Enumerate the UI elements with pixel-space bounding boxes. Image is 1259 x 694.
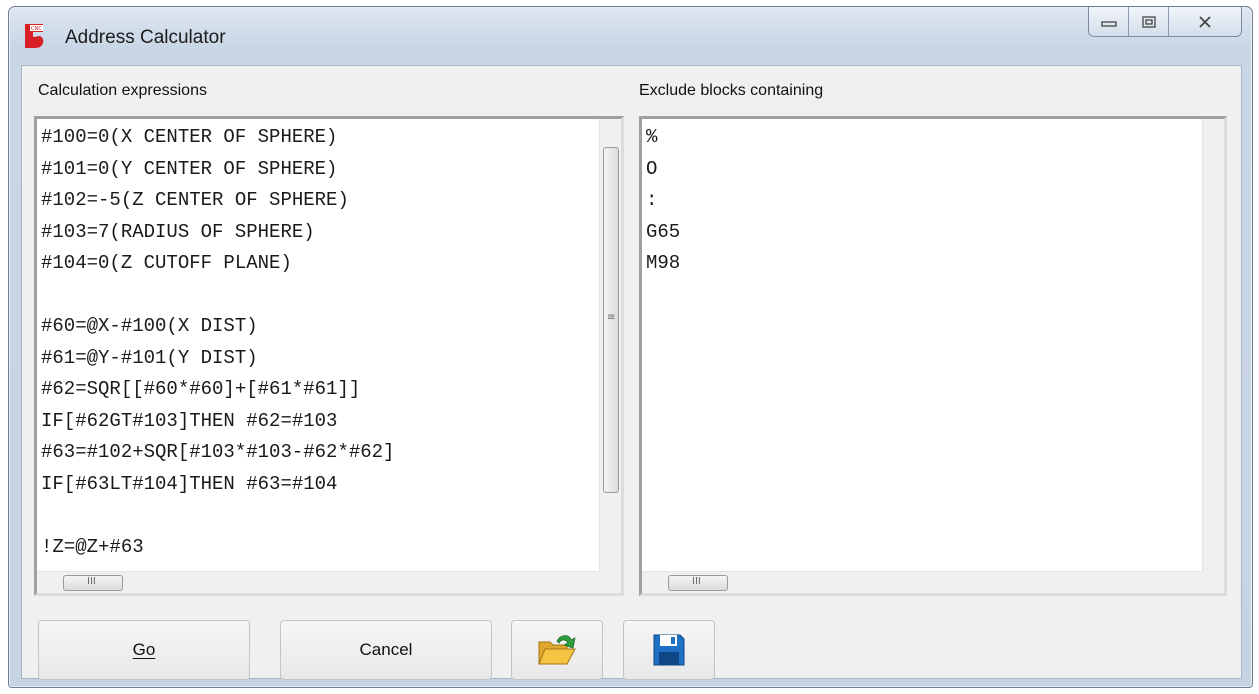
text-line: #63=#102+SQR[#103*#103-#62*#62]: [41, 441, 395, 463]
go-button-label: Go: [132, 640, 156, 659]
maximize-button[interactable]: [1129, 7, 1169, 36]
exclude-blocks-label: Exclude blocks containing: [639, 82, 824, 99]
close-icon: [1199, 16, 1211, 28]
text-line: [41, 500, 394, 532]
text-line: #62=SQR[[#60*#60]+[#61*#61]]: [41, 378, 361, 400]
text-line: :: [646, 189, 658, 211]
text-line: #60=@X-#100(X DIST): [41, 315, 258, 337]
horizontal-scrollbar[interactable]: III: [37, 571, 599, 593]
vertical-scroll-thumb[interactable]: ≡: [603, 147, 619, 493]
scroll-corner: [599, 571, 621, 593]
text-line: G65: [646, 220, 681, 243]
address-calculator-window: CNC Address Calculator Calculation expre…: [8, 6, 1253, 688]
minimize-button[interactable]: [1089, 7, 1129, 36]
text-line: #100=0(X CENTER OF SPHERE): [41, 126, 338, 148]
thumb-grip-icon: ≡: [607, 312, 616, 323]
minimize-icon: [1100, 21, 1117, 27]
open-file-button[interactable]: [511, 620, 603, 680]
exclude-blocks-textbox[interactable]: % O: G65 M98 III: [639, 116, 1227, 596]
scroll-corner: [1202, 571, 1224, 593]
horizontal-scroll-thumb[interactable]: III: [668, 575, 728, 591]
svg-text:CNC: CNC: [31, 26, 42, 32]
text-line: %: [646, 126, 658, 148]
text-line: M98: [646, 252, 681, 274]
floppy-save-icon: [653, 634, 685, 666]
exclude-blocks-lines: % O: G65 M98: [646, 122, 680, 280]
calculation-expressions-text-area[interactable]: #100=0(X CENTER OF SPHERE) #101=0(Y CENTE…: [37, 119, 599, 571]
text-line: O: [646, 157, 658, 180]
cancel-button-label: Cancel: [359, 640, 413, 659]
vertical-scrollbar[interactable]: [1202, 119, 1224, 571]
caption-buttons: [1088, 7, 1242, 37]
text-line: #103=7(RADIUS OF SPHERE): [41, 220, 315, 243]
exclude-blocks-text-area[interactable]: % O: G65 M98: [642, 119, 1202, 571]
text-line: #102=-5(Z CENTER OF SPHERE): [41, 189, 349, 211]
window-title: Address Calculator: [65, 27, 226, 48]
text-line: #61=@Y-#101(Y DIST): [41, 346, 258, 369]
text-line: #101=0(Y CENTER OF SPHERE): [41, 157, 338, 180]
horizontal-scroll-thumb[interactable]: III: [63, 575, 123, 591]
thumb-grip-icon: III: [87, 576, 96, 587]
title-bar: CNC Address Calculator: [9, 7, 1252, 65]
horizontal-scrollbar[interactable]: III: [642, 571, 1202, 593]
vertical-scrollbar[interactable]: ≡: [599, 119, 621, 571]
text-line: IF[#63LT#104]THEN #63=#104: [41, 472, 338, 495]
dialog-client-area: Calculation expressions Exclude blocks c…: [21, 65, 1242, 680]
close-button[interactable]: [1169, 7, 1241, 36]
maximize-icon: [1141, 16, 1156, 28]
save-file-button[interactable]: [623, 620, 715, 680]
go-button[interactable]: Go: [38, 620, 250, 680]
calculation-expressions-label: Calculation expressions: [38, 82, 207, 99]
calculation-expressions-lines: #100=0(X CENTER OF SPHERE) #101=0(Y CENTE…: [41, 122, 394, 563]
cnc-logo-icon: CNC: [23, 23, 45, 49]
calculation-expressions-textbox[interactable]: #100=0(X CENTER OF SPHERE) #101=0(Y CENTE…: [34, 116, 624, 596]
text-line: #104=0(Z CUTOFF PLANE): [41, 252, 292, 274]
text-line: IF[#62GT#103]THEN #62=#103: [41, 409, 338, 432]
cancel-button[interactable]: Cancel: [280, 620, 492, 680]
open-folder-icon: [538, 635, 576, 665]
thumb-grip-icon: III: [692, 576, 701, 587]
text-line: [41, 280, 394, 312]
text-line: !Z=@Z+#63: [41, 535, 144, 558]
